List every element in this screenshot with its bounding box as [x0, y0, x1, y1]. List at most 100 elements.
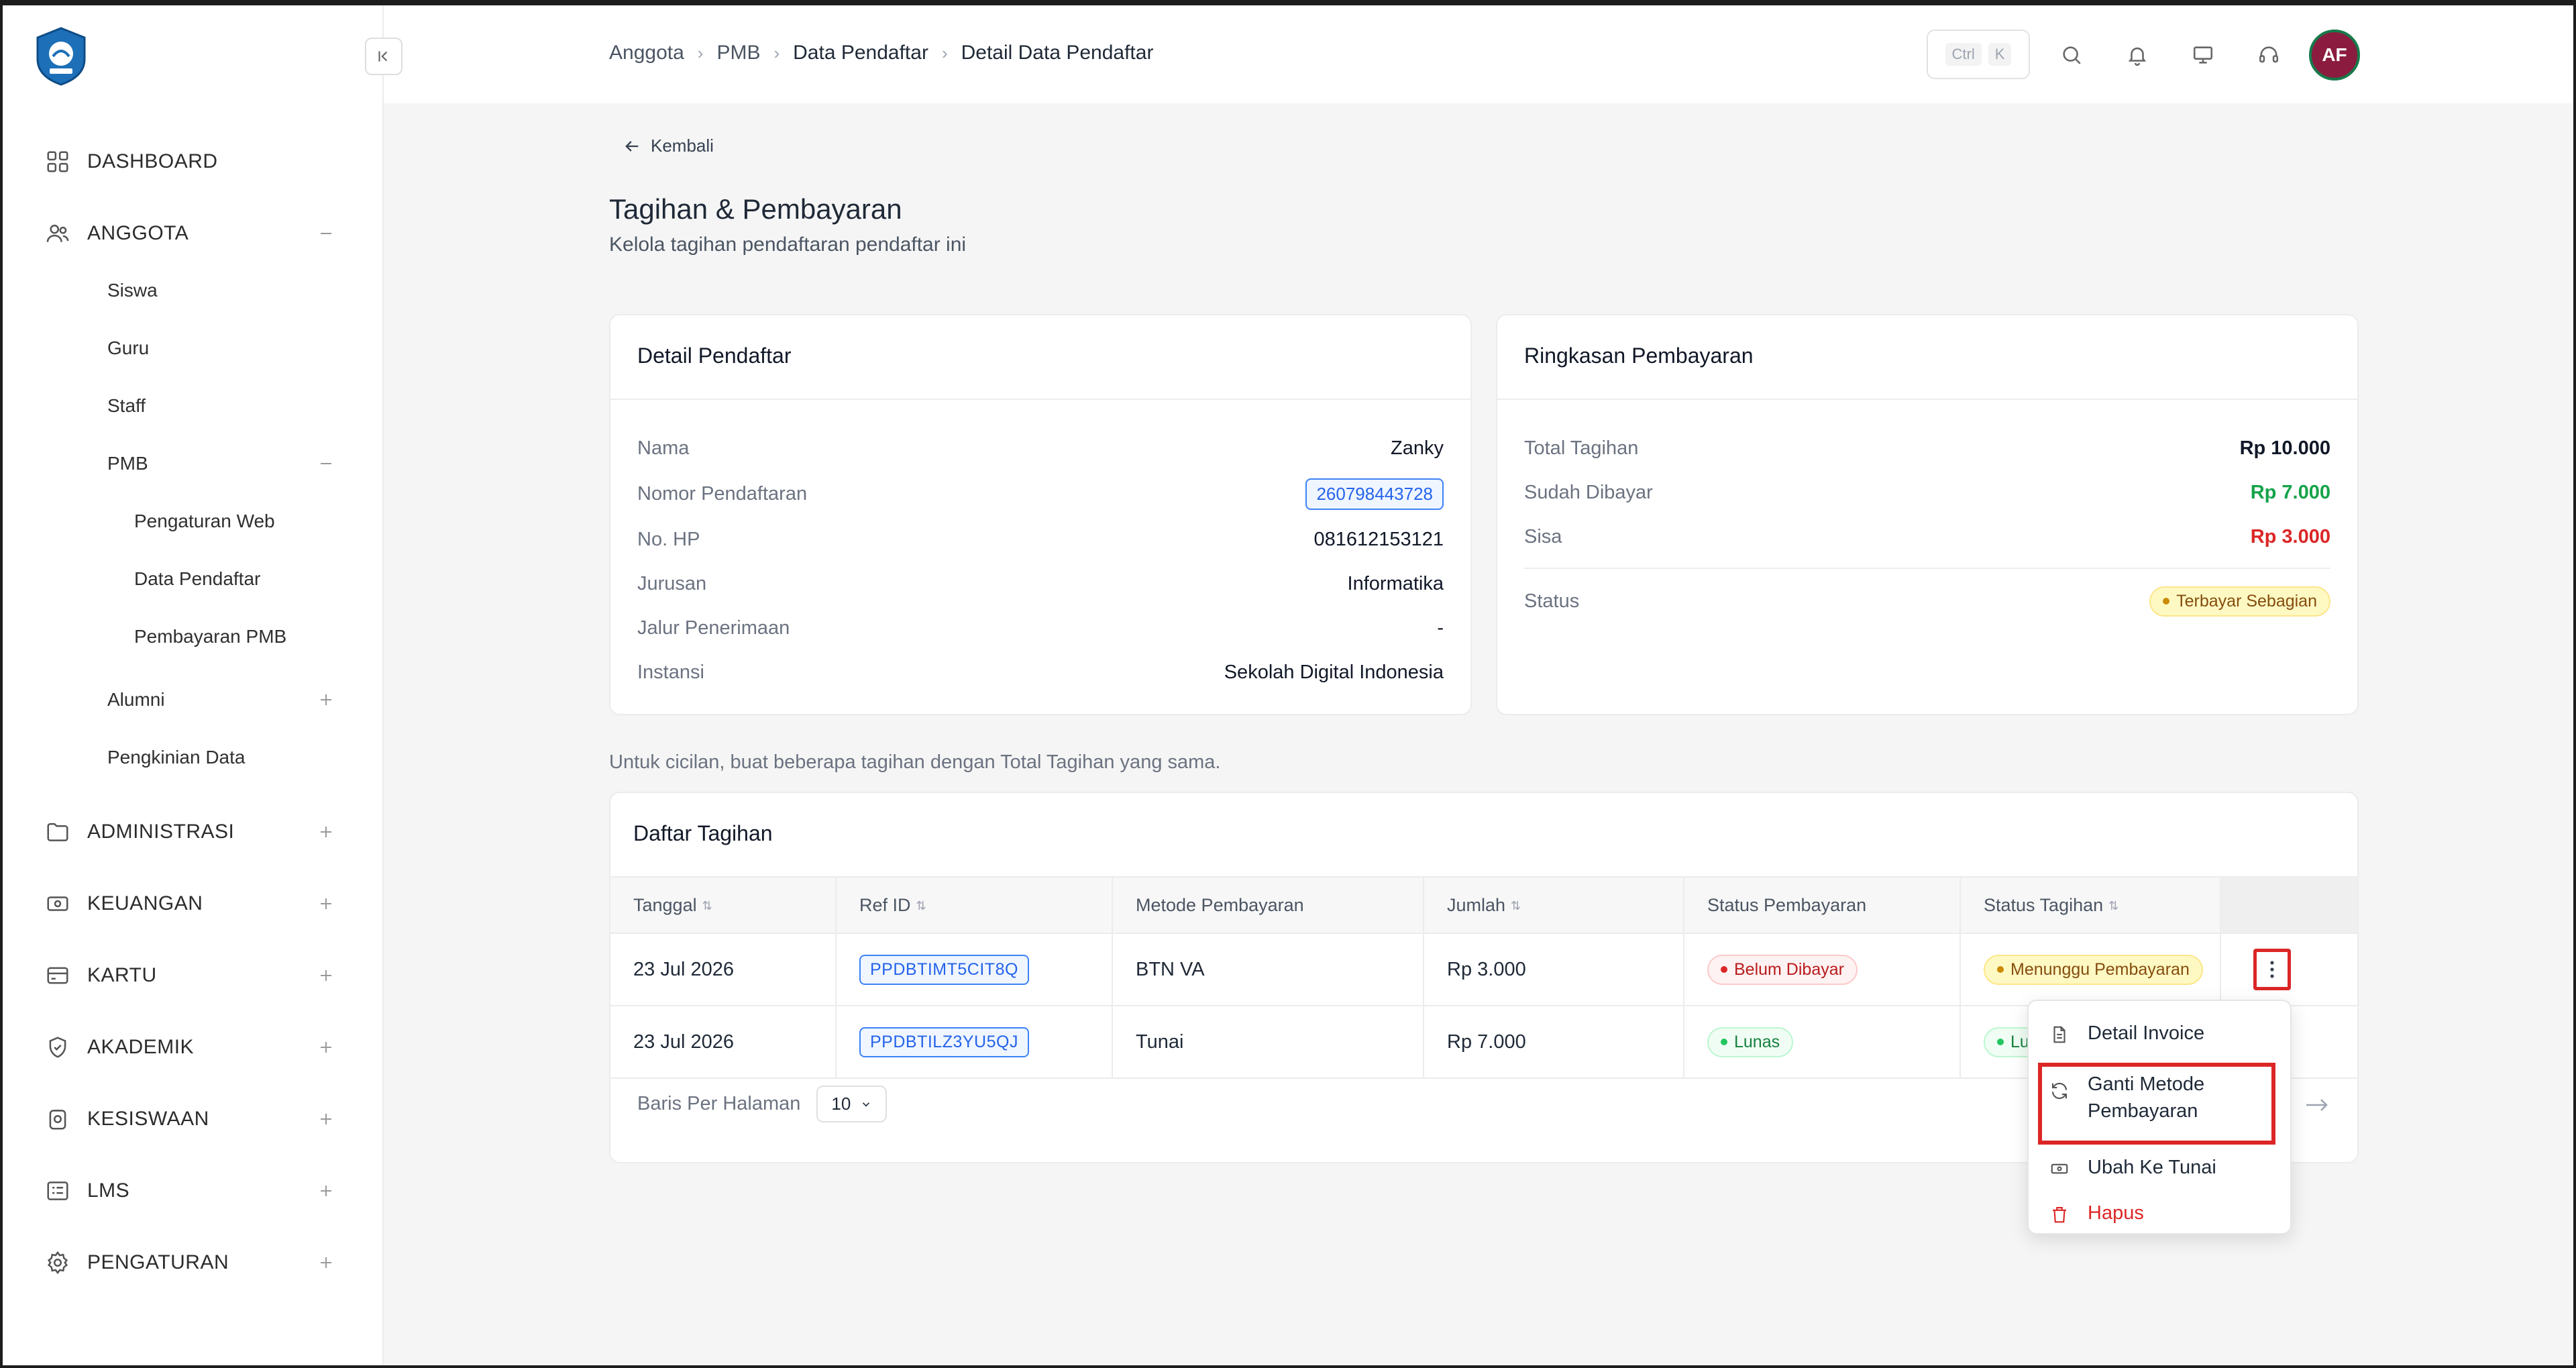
column-label: Tanggal [633, 894, 697, 915]
detail-row: Nama Zanky [637, 435, 1444, 462]
sidebar-collapse-button[interactable] [365, 38, 402, 75]
row-actions-button[interactable] [2253, 949, 2291, 990]
monitor-icon[interactable] [2188, 40, 2218, 70]
detail-label: Jalur Penerimaan [637, 617, 790, 639]
sort-icon: ⇅ [916, 898, 926, 912]
menu-label: Hapus [2088, 1202, 2144, 1224]
nav-label: KESISWAAN [87, 1108, 209, 1130]
ref-id-chip[interactable]: PPDBTIMT5CIT8Q [859, 954, 1029, 985]
sidebar-item-pengaturan-web[interactable]: Pengaturan Web [134, 505, 275, 538]
expand-plus-icon[interactable] [314, 1179, 338, 1203]
expand-plus-icon[interactable] [314, 1251, 338, 1275]
nav-label: KARTU [87, 964, 157, 986]
detail-pendaftar-card: Detail Pendaftar Nama Zanky Nomor Pendaft… [609, 314, 1472, 715]
column-header-ref-id[interactable]: Ref ID ⇅ [836, 876, 1113, 934]
breadcrumb-pmb[interactable]: PMB [716, 42, 760, 64]
sidebar-item-pembayaran-pmb[interactable]: Pembayaran PMB [134, 620, 286, 653]
file-text-icon [2047, 1022, 2072, 1047]
shield-icon [43, 1033, 72, 1062]
menu-item-hapus[interactable]: Hapus [2047, 1202, 2277, 1226]
ref-id-chip[interactable]: PPDBTILZ3YU5QJ [859, 1027, 1029, 1057]
sidebar-item-guru[interactable]: Guru [107, 331, 149, 365]
nav-kesiswaan[interactable]: KESISWAAN [43, 1100, 338, 1138]
cell-pay-status: Belum Dibayar [1684, 933, 1961, 1006]
money-icon [43, 889, 72, 918]
sidebar-item-pmb[interactable]: PMB [107, 447, 338, 480]
detail-label: Nama [637, 437, 690, 459]
command-search-shortcut[interactable]: Ctrl K [1927, 30, 2030, 79]
rows-per-page-value: 10 [831, 1094, 851, 1114]
menu-item-ubah-ke-tunai[interactable]: Ubah Ke Tunai [2047, 1157, 2277, 1181]
kbd-k: K [1988, 43, 2012, 66]
rows-per-page-select[interactable]: 10 [816, 1086, 888, 1122]
nav-label: LMS [87, 1179, 130, 1202]
detail-row: Jurusan Informatika [637, 570, 1444, 597]
status-badge: Lunas [1707, 1027, 1794, 1057]
expand-plus-icon[interactable] [314, 963, 338, 988]
breadcrumb-data-pendaftar[interactable]: Data Pendaftar [793, 42, 928, 64]
nav-anggota[interactable]: ANGGOTA [43, 215, 338, 252]
status-text: Lunas [1734, 1032, 1780, 1051]
sidebar-item-data-pendaftar[interactable]: Data Pendaftar [134, 562, 260, 596]
nav-dashboard[interactable]: DASHBOARD [43, 143, 338, 180]
back-button[interactable]: Kembali [623, 136, 714, 156]
avatar[interactable]: AF [2309, 30, 2360, 81]
summary-label: Status [1524, 590, 1580, 612]
sidebar-item-label: Guru [107, 337, 150, 358]
cell-ref: PPDBTIMT5CIT8Q [836, 933, 1113, 1006]
column-header-status-tagihan[interactable]: Status Tagihan ⇅ [1960, 876, 2221, 934]
installment-note: Untuk cicilan, buat beberapa tagihan den… [609, 751, 1221, 773]
sidebar-item-staff[interactable]: Staff [107, 389, 146, 423]
pagination: Baris Per Halaman 10 [637, 1086, 888, 1122]
status-text: Menunggu Pembayaran [2010, 959, 2190, 979]
menu-label: Ubah Ke Tunai [2088, 1157, 2216, 1178]
column-header-tanggal[interactable]: Tanggal ⇅ [610, 876, 837, 934]
summary-row: Sudah Dibayar Rp 7.000 [1524, 479, 2330, 506]
expand-plus-icon[interactable] [314, 1107, 338, 1131]
chevron-down-icon [863, 1102, 870, 1107]
chevron-left-bar-icon [378, 51, 388, 62]
expand-plus-icon[interactable] [314, 1035, 338, 1059]
sisa-value: Rp 3.000 [2250, 525, 2330, 547]
badge-icon [43, 1104, 72, 1134]
status-dot [2163, 598, 2170, 604]
status-dot [1721, 966, 1727, 973]
nav-administrasi[interactable]: ADMINISTRASI [43, 813, 338, 851]
school-logo[interactable] [31, 25, 91, 86]
sidebar-item-pengkinian-data[interactable]: Pengkinian Data [107, 741, 245, 774]
nav-akademik[interactable]: AKADEMIK [43, 1029, 338, 1066]
card-title: Daftar Tagihan [633, 821, 773, 845]
expand-plus-icon[interactable] [314, 892, 338, 916]
collapse-minus-icon[interactable] [314, 221, 338, 246]
collapse-minus-icon[interactable] [314, 452, 338, 476]
column-label: Status Pembayaran [1707, 894, 1867, 915]
sidebar-item-siswa[interactable]: Siswa [107, 274, 158, 307]
expand-plus-icon[interactable] [314, 820, 338, 844]
summary-label: Sisa [1524, 525, 1562, 547]
expand-plus-icon[interactable] [314, 688, 338, 712]
trash-icon [2047, 1202, 2072, 1226]
sidebar-item-alumni[interactable]: Alumni [107, 683, 338, 717]
breadcrumb: Anggota › PMB › Data Pendaftar › Detail … [609, 42, 1153, 64]
status-badge: Belum Dibayar [1707, 954, 1858, 985]
nav-pengaturan[interactable]: PENGATURAN [43, 1244, 338, 1281]
cell-bill-status: Menunggu Pembayaran [1960, 933, 2221, 1006]
bell-icon[interactable] [2123, 40, 2152, 70]
table-header-row: Tanggal ⇅ Ref ID ⇅ Metode Pembayaran Jumla… [610, 876, 2357, 934]
summary-row: Total Tagihan Rp 10.000 [1524, 435, 2330, 462]
column-header-jumlah[interactable]: Jumlah ⇅ [1424, 876, 1684, 934]
nav-kartu[interactable]: KARTU [43, 957, 338, 994]
headset-icon[interactable] [2254, 40, 2284, 70]
sidebar-item-label: Pembayaran PMB [134, 626, 287, 647]
nav-lms[interactable]: LMS [43, 1172, 338, 1210]
registration-number-chip[interactable]: 260798443728 [1305, 478, 1444, 510]
detail-label: Jurusan [637, 572, 707, 594]
cell-amount: Rp 3.000 [1424, 933, 1684, 1006]
menu-item-detail-invoice[interactable]: Detail Invoice [2047, 1022, 2277, 1047]
column-label: Jumlah [1447, 894, 1506, 915]
sort-icon: ⇅ [2108, 898, 2119, 912]
breadcrumb-anggota[interactable]: Anggota [609, 42, 684, 64]
next-page-icon[interactable] [2304, 1095, 2330, 1115]
search-icon[interactable] [2057, 40, 2086, 70]
nav-keuangan[interactable]: KEUANGAN [43, 885, 338, 923]
